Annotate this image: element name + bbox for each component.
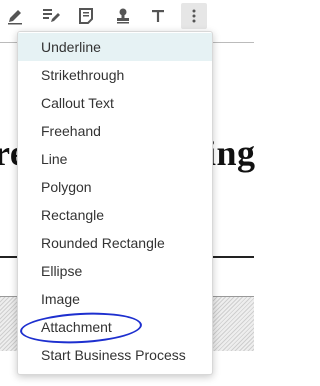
menu-item-polygon[interactable]: Polygon (18, 173, 212, 201)
text-icon[interactable] (145, 3, 171, 29)
menu-item-strikethrough[interactable]: Strikethrough (18, 61, 212, 89)
highlight-pen-icon[interactable] (2, 3, 28, 29)
menu-item-attachment[interactable]: Attachment (18, 313, 212, 341)
menu-item-rectangle[interactable]: Rectangle (18, 201, 212, 229)
menu-item-line[interactable]: Line (18, 145, 212, 173)
note-icon[interactable] (73, 3, 99, 29)
document-heading-right: ing (206, 133, 256, 173)
more-options-icon[interactable] (181, 3, 207, 29)
annotation-toolbar (0, 0, 254, 34)
annotation-tools-menu: Underline Strikethrough Callout Text Fre… (17, 31, 213, 375)
ink-annotation-icon[interactable] (38, 3, 64, 29)
menu-item-rounded-rectangle[interactable]: Rounded Rectangle (18, 229, 212, 257)
menu-item-ellipse[interactable]: Ellipse (18, 257, 212, 285)
menu-item-freehand[interactable]: Freehand (18, 117, 212, 145)
menu-item-callout-text[interactable]: Callout Text (18, 89, 212, 117)
stamp-icon[interactable] (110, 3, 136, 29)
menu-item-underline[interactable]: Underline (18, 33, 212, 61)
menu-item-image[interactable]: Image (18, 285, 212, 313)
menu-item-start-business-process[interactable]: Start Business Process (18, 341, 212, 369)
